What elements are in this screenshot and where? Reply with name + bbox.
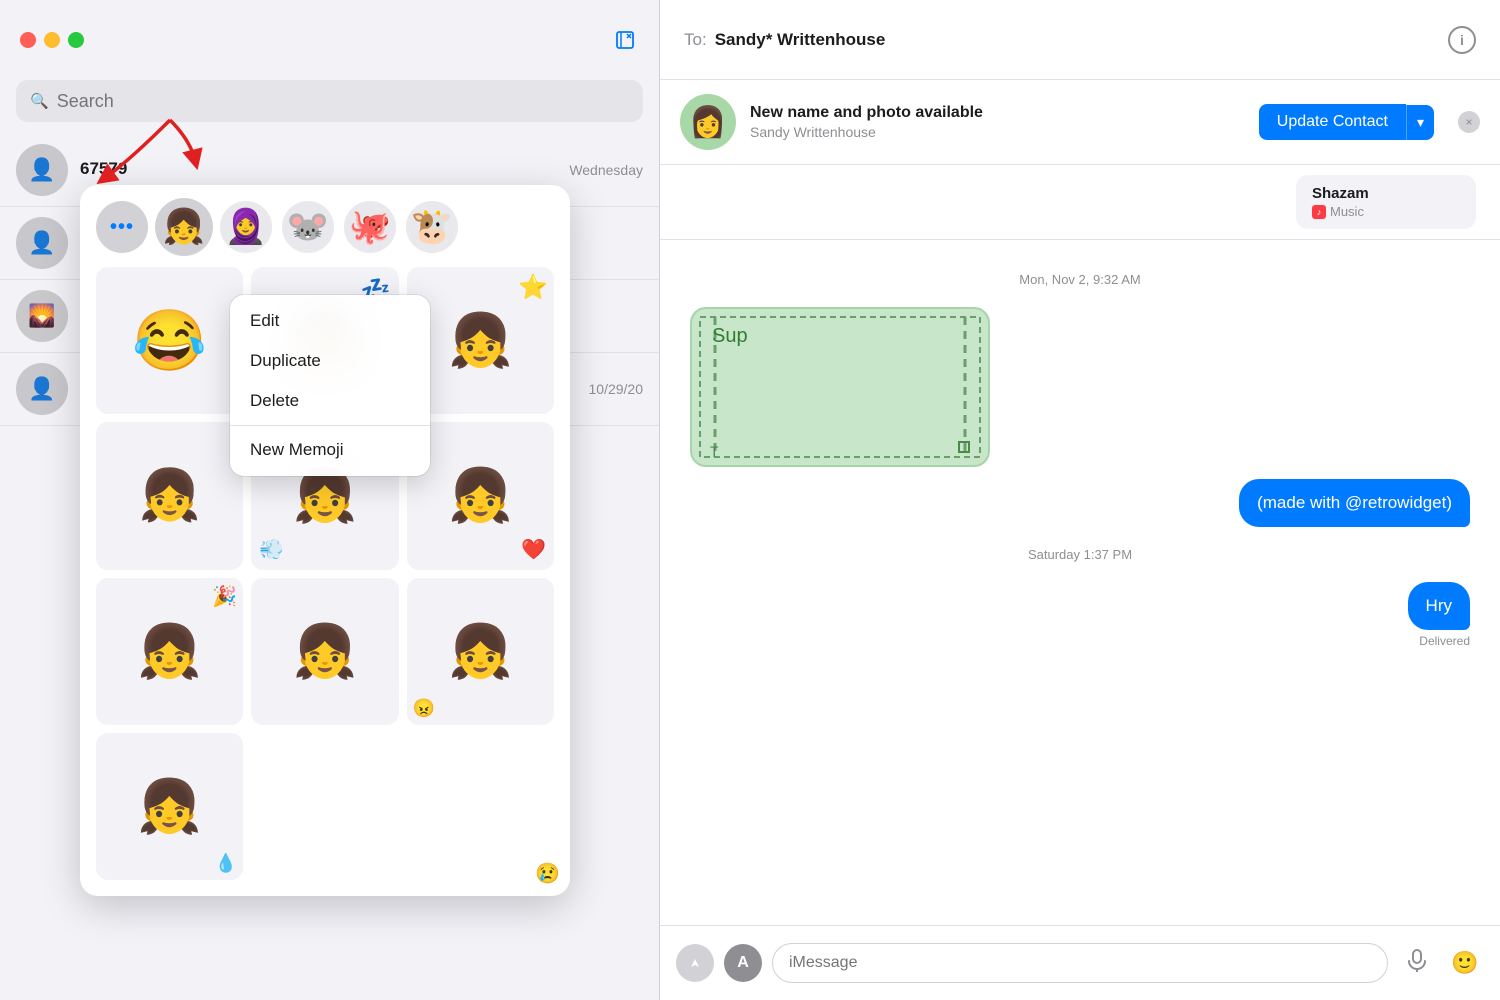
titlebar xyxy=(0,0,659,80)
conv-info: 67579 xyxy=(80,159,561,181)
minimize-button[interactable] xyxy=(44,32,60,48)
shazam-card: Shazam ♪ Music xyxy=(1296,175,1476,229)
audio-button[interactable] xyxy=(1398,944,1436,982)
right-panel: To: Sandy* Writtenhouse i 👩 New name and… xyxy=(660,0,1500,1000)
send-button[interactable] xyxy=(676,944,714,982)
menu-divider xyxy=(230,425,430,426)
avatar: 👤 xyxy=(16,363,68,415)
more-dots: ••• xyxy=(110,216,134,239)
message-bubble: (made with @retrowidget) xyxy=(1239,479,1470,527)
svg-text:T: T xyxy=(710,445,719,461)
traffic-lights xyxy=(20,32,84,48)
left-panel: 🔍 👤 67579 Wednesday 👤 🌄 xyxy=(0,0,660,1000)
memoji-face-2[interactable]: 🧕 xyxy=(220,201,272,253)
close-icon: × xyxy=(1465,115,1472,129)
memoji-face-3[interactable]: 🐭 xyxy=(282,201,334,253)
context-menu: Edit Duplicate Delete New Memoji xyxy=(230,295,430,476)
menu-item-delete[interactable]: Delete xyxy=(230,381,430,421)
contact-update-title: New name and photo available xyxy=(750,104,1245,122)
update-contact-btn-wrap: Update Contact ▾ xyxy=(1259,104,1434,140)
message-row: (made with @retrowidget) xyxy=(690,479,1470,527)
avatar: 👤 xyxy=(16,217,68,269)
timestamp: Mon, Nov 2, 9:32 AM xyxy=(690,272,1470,287)
timestamp: Saturday 1:37 PM xyxy=(690,547,1470,562)
avatar: 🌄 xyxy=(16,290,68,342)
chat-input-row: A 🙂 xyxy=(660,925,1500,1000)
contact-update-name: Sandy Writtenhouse xyxy=(750,124,1245,140)
message-row: T Sup xyxy=(690,307,1470,467)
contact-avatar: 👩 xyxy=(680,94,736,150)
shazam-title: Shazam xyxy=(1312,185,1460,202)
avatar: 👤 xyxy=(16,144,68,196)
memoji-grid-item[interactable]: 😂 xyxy=(96,267,243,414)
more-button[interactable]: ••• xyxy=(96,201,148,253)
emoji-icon: 🙂 xyxy=(1451,950,1478,976)
memoji-top-row: ••• 👧 🧕 🐭 🐙 🐮 xyxy=(96,201,554,253)
banner-close-button[interactable]: × xyxy=(1458,111,1480,133)
game-text: Sup xyxy=(712,325,748,348)
app-store-icon: A xyxy=(737,954,749,972)
compose-button[interactable] xyxy=(611,26,639,54)
to-label: To: xyxy=(684,30,707,50)
conv-time: Wednesday xyxy=(569,162,643,178)
memoji-grid-item[interactable]: 👧 🎉 xyxy=(96,578,243,725)
app-store-button[interactable]: A xyxy=(724,944,762,982)
imessage-input[interactable] xyxy=(772,943,1388,983)
maximize-button[interactable] xyxy=(68,32,84,48)
search-bar[interactable]: 🔍 xyxy=(16,80,643,122)
audio-icon xyxy=(1405,948,1429,978)
message-row: Hry Delivered xyxy=(690,582,1470,648)
game-inner: T Sup xyxy=(692,309,988,465)
shazam-sub: ♪ Music xyxy=(1312,204,1460,219)
emoji-button[interactable]: 🙂 xyxy=(1446,944,1484,982)
search-icon: 🔍 xyxy=(30,92,49,110)
memoji-grid-item[interactable]: 👧 😢 xyxy=(96,422,243,569)
memoji-grid-item[interactable]: 👧 💧 xyxy=(96,733,243,880)
memoji-grid-item[interactable]: 👧 xyxy=(251,578,398,725)
delivered-status: Delivered xyxy=(1419,634,1470,648)
info-icon: i xyxy=(1460,32,1464,48)
update-contact-dropdown[interactable]: ▾ xyxy=(1406,105,1434,140)
chat-header: To: Sandy* Writtenhouse i xyxy=(660,0,1500,80)
update-contact-button[interactable]: Update Contact xyxy=(1259,104,1406,140)
contact-update-info: New name and photo available Sandy Writt… xyxy=(750,104,1245,140)
message-bubble: Hry xyxy=(1408,582,1470,630)
memoji-face-5[interactable]: 🐮 xyxy=(406,201,458,253)
memoji-face-4[interactable]: 🐙 xyxy=(344,201,396,253)
menu-item-new-memoji[interactable]: New Memoji xyxy=(230,430,430,470)
memoji-picker: ••• 👧 🧕 🐭 🐙 🐮 😂 👧 💤 👧 ⭐ 👧 😢 xyxy=(80,185,570,896)
menu-item-edit[interactable]: Edit xyxy=(230,301,430,341)
game-bubble: T Sup xyxy=(690,307,990,467)
menu-item-duplicate[interactable]: Duplicate xyxy=(230,341,430,381)
shazam-subtitle: Music xyxy=(1330,204,1364,219)
contact-update-banner: 👩 New name and photo available Sandy Wri… xyxy=(660,80,1500,165)
memoji-grid-item[interactable]: 👧 😠 xyxy=(407,578,554,725)
contact-name-header: Sandy* Writtenhouse xyxy=(715,30,1448,50)
close-button[interactable] xyxy=(20,32,36,48)
search-input[interactable] xyxy=(57,91,629,112)
shazam-banner: Shazam ♪ Music xyxy=(660,165,1500,240)
memoji-face-1[interactable]: 👧 xyxy=(158,201,210,253)
chat-area: Mon, Nov 2, 9:32 AM T xyxy=(660,240,1500,925)
apple-music-icon: ♪ xyxy=(1312,205,1326,219)
conv-time: 10/29/20 xyxy=(589,381,644,397)
conv-name: 67579 xyxy=(80,159,561,179)
info-button[interactable]: i xyxy=(1448,26,1476,54)
